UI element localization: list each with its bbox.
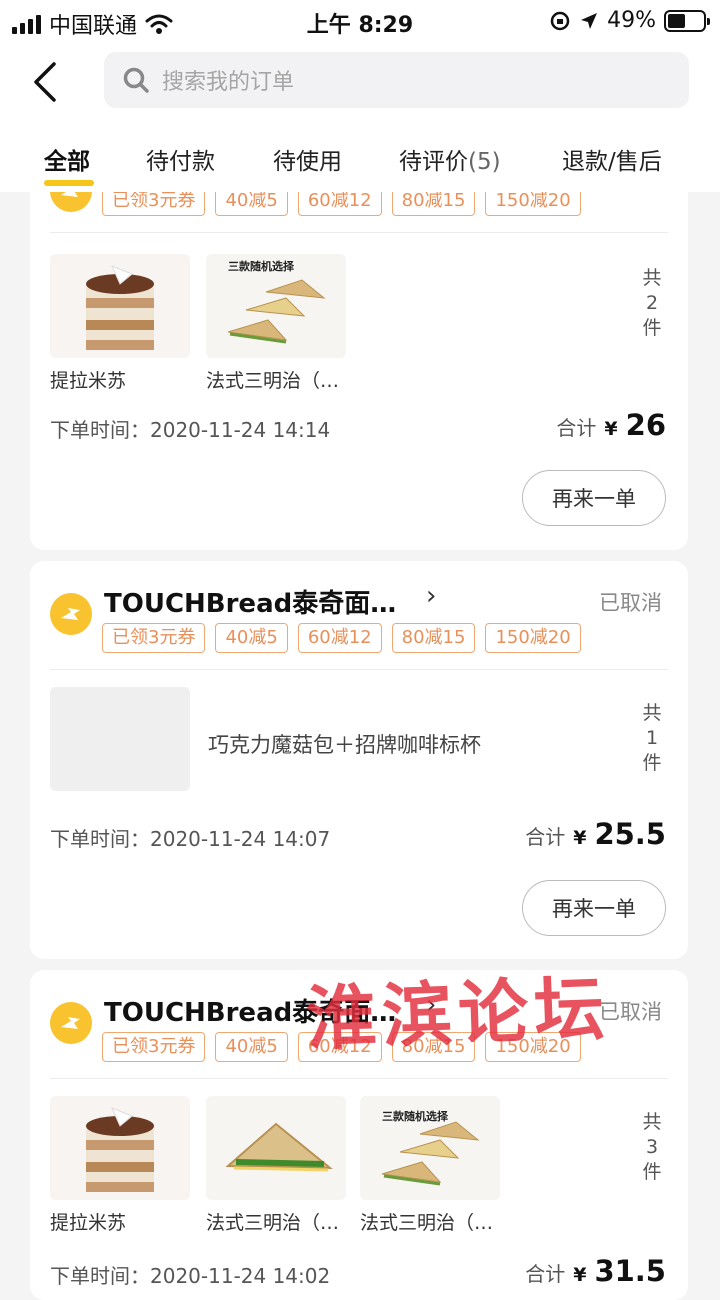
battery-percent: 49% xyxy=(607,8,656,33)
coupon-tag: 40减5 xyxy=(215,192,288,216)
order-card[interactable]: TOUCHBread泰奇面… › 已取消 已领3元券 40减5 60减12 80… xyxy=(30,561,688,959)
coupon-tag: 60减12 xyxy=(297,192,382,216)
coupon-tag: 已领3元券 xyxy=(102,623,206,653)
order-total: 合计 ¥ 25.5 xyxy=(525,817,666,851)
tab-refund[interactable]: 退款/售后 xyxy=(562,142,662,176)
sandwich-image xyxy=(206,1096,346,1200)
tab-all[interactable]: 全部 xyxy=(44,142,90,176)
product-name: 法式三明治（… xyxy=(360,1212,494,1234)
product-name[interactable]: 巧克力魔菇包＋招牌咖啡标杯 xyxy=(208,729,481,759)
product-name: 提拉米苏 xyxy=(50,370,127,392)
order-time: 下单时间：2020-11-24 14:02 xyxy=(50,1264,331,1288)
product-item[interactable] xyxy=(50,687,190,791)
tab-to-use[interactable]: 待使用 xyxy=(273,142,342,176)
coupon-tag: 40减5 xyxy=(215,1032,288,1062)
product-item[interactable]: 法式三明治（… xyxy=(206,1096,346,1235)
orientation-lock-icon xyxy=(550,11,570,30)
reorder-button[interactable]: 再来一单 xyxy=(522,470,666,526)
active-tab-indicator xyxy=(44,180,94,186)
coupon-tag: 80减15 xyxy=(391,192,476,216)
coupon-list: 已领3元券 40减5 60减12 80减15 150减20 xyxy=(102,192,581,216)
item-count: 共1件 xyxy=(642,702,662,774)
reorder-button[interactable]: 再来一单 xyxy=(522,880,666,936)
product-image-placeholder xyxy=(50,687,190,791)
tab-pending-payment[interactable]: 待付款 xyxy=(146,142,215,176)
coupon-tag: 60减12 xyxy=(297,623,382,653)
search-placeholder: 搜索我的订单 xyxy=(162,70,295,95)
header: 搜索我的订单 全部 待付款 待使用 待评价(5) 退款/售后 xyxy=(0,40,720,192)
shop-logo xyxy=(50,1002,92,1044)
coupon-tag: 已领3元券 xyxy=(102,1032,206,1062)
coupon-tag: 80减15 xyxy=(391,623,476,653)
search-icon xyxy=(123,67,149,93)
divider xyxy=(50,1078,668,1079)
product-item[interactable]: 提拉米苏 xyxy=(50,1096,190,1235)
battery-icon xyxy=(664,9,710,32)
product-name: 法式三明治（… xyxy=(206,1212,340,1234)
chevron-right-icon[interactable]: › xyxy=(426,581,436,611)
product-item[interactable]: 法式三明治（… xyxy=(206,254,346,393)
shop-name[interactable]: TOUCHBread泰奇面… xyxy=(104,583,396,620)
coupon-tag: 150减20 xyxy=(485,623,581,653)
back-arrow-icon[interactable] xyxy=(28,60,68,104)
product-item[interactable]: 提拉米苏 xyxy=(50,254,190,393)
item-count: 共2件 xyxy=(642,267,662,339)
shop-logo xyxy=(50,192,92,212)
coupon-list: 已领3元券 40减5 60减12 80减15 150减20 xyxy=(102,623,581,653)
tiramisu-image xyxy=(50,254,190,358)
image-caption: 三款随机选择 xyxy=(382,1110,448,1123)
location-icon xyxy=(581,12,598,29)
order-total: 合计 ¥ 31.5 xyxy=(525,1254,666,1288)
order-total: 合计 ¥ 26 xyxy=(556,408,666,442)
order-status: 已取消 xyxy=(599,591,662,615)
item-count: 共3件 xyxy=(642,1111,662,1183)
forum-watermark: 淮滨论坛 xyxy=(304,966,612,1061)
coupon-tag: 已领3元券 xyxy=(102,192,206,216)
image-caption: 三款随机选择 xyxy=(228,260,294,273)
order-tabs: 全部 待付款 待使用 待评价(5) 退款/售后 xyxy=(0,140,720,192)
shop-logo xyxy=(50,593,92,635)
tab-to-review[interactable]: 待评价(5) xyxy=(399,142,501,176)
order-card[interactable]: 已领3元券 40减5 60减12 80减15 150减20 提拉米苏 法式三明治… xyxy=(30,192,688,550)
divider xyxy=(50,669,668,670)
status-bar: 中国联通 上午 8:29 49% xyxy=(0,0,720,40)
order-time: 下单时间：2020-11-24 14:07 xyxy=(50,827,331,851)
coupon-tag: 40减5 xyxy=(215,623,288,653)
product-name: 提拉米苏 xyxy=(50,1212,127,1234)
tiramisu-image xyxy=(50,1096,190,1200)
search-input[interactable]: 搜索我的订单 xyxy=(104,52,689,108)
product-name: 法式三明治（… xyxy=(206,370,340,392)
order-time: 下单时间：2020-11-24 14:14 xyxy=(50,418,331,442)
divider xyxy=(50,232,668,233)
coupon-tag: 150减20 xyxy=(485,192,581,216)
